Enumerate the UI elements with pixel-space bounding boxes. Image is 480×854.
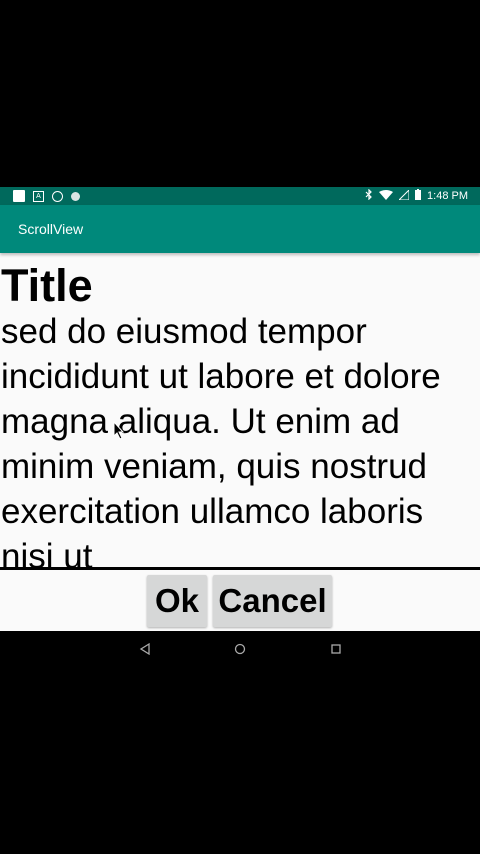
button-bar: Ok Cancel <box>0 573 480 629</box>
battery-icon <box>415 189 422 203</box>
bluetooth-icon <box>365 188 373 203</box>
dot-icon <box>71 191 80 201</box>
home-icon[interactable] <box>231 640 249 658</box>
status-bar: A 1:48 PM <box>0 187 480 205</box>
recents-icon[interactable] <box>327 640 345 658</box>
divider <box>0 567 480 570</box>
content-body: sed do eiusmod tempor incididunt ut labo… <box>1 312 441 567</box>
navigation-bar <box>0 631 480 667</box>
cancel-button[interactable]: Cancel <box>213 575 332 627</box>
wifi-icon <box>379 189 394 203</box>
scroll-view[interactable]: Title sed do eiusmod tempor incididunt u… <box>0 254 480 568</box>
a-icon: A <box>33 190 44 202</box>
app-title: ScrollView <box>18 221 84 237</box>
app-screen: A 1:48 PM ScrollView Title sed do eiusmo… <box>0 187 480 631</box>
mouse-cursor-icon <box>113 421 125 440</box>
back-icon[interactable] <box>136 640 154 658</box>
signal-icon <box>397 188 410 203</box>
status-bar-notifications: A <box>0 190 80 202</box>
app-bar: ScrollView <box>0 205 480 253</box>
notification-square-icon <box>13 190 25 202</box>
status-time: 1:48 PM <box>427 190 468 202</box>
status-bar-system: 1:48 PM <box>365 188 480 203</box>
content-title: Title <box>1 260 93 311</box>
blocked-icon <box>52 190 63 202</box>
ok-button[interactable]: Ok <box>147 575 207 627</box>
